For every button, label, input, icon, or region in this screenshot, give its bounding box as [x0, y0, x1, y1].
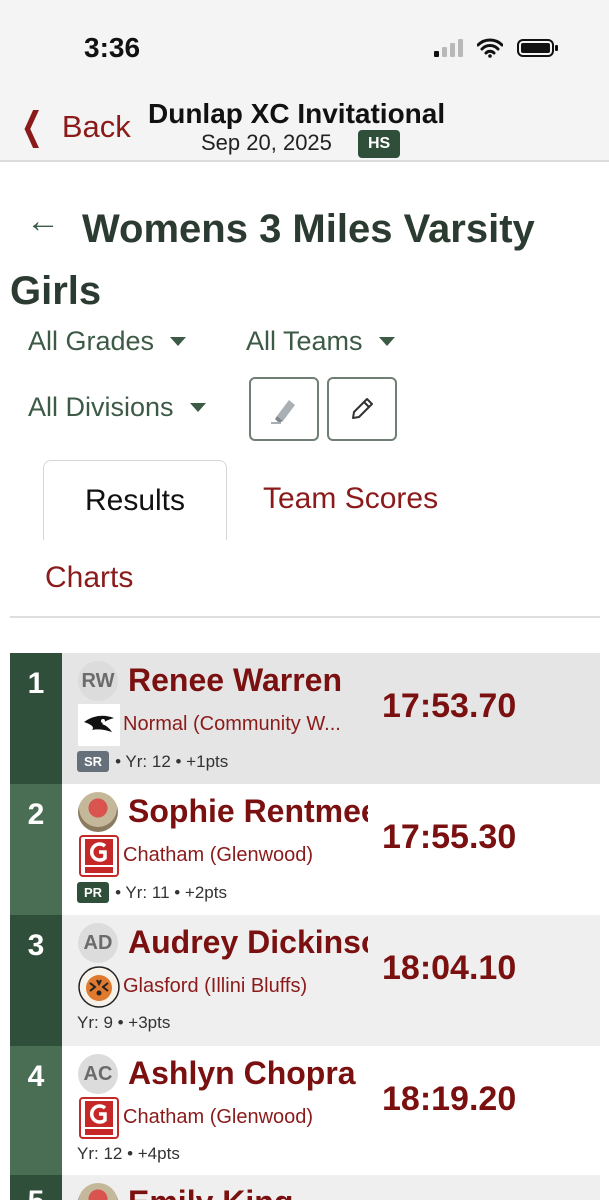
- athlete-stats: Yr: 9 • +3pts: [77, 1013, 171, 1032]
- athlete-meta: Yr: 9 • +3pts: [77, 1013, 170, 1033]
- caret-down-icon: [170, 337, 187, 346]
- race-heading: ← Womens 3 Miles Varsity Girls: [10, 198, 605, 322]
- teams-filter-label: All Teams: [246, 326, 363, 356]
- teams-filter[interactable]: All Teams: [246, 326, 395, 357]
- status-icons: [434, 38, 559, 58]
- race-title: Womens 3 Miles Varsity Girls: [10, 207, 535, 313]
- tab-team-scores[interactable]: Team Scores: [263, 482, 438, 516]
- back-button[interactable]: ❮ Back: [16, 108, 131, 146]
- tab-charts[interactable]: Charts: [45, 561, 133, 595]
- result-body: AD Audrey Dickinson Glasford (Illini Blu…: [62, 915, 600, 1046]
- avatar: [78, 1183, 118, 1200]
- place-number: 2: [10, 784, 62, 915]
- team-logo-icon: [77, 965, 121, 1009]
- team-name[interactable]: Glasford (Illini Bluffs): [123, 975, 367, 998]
- place-number: 4: [10, 1046, 62, 1177]
- meet-date: Sep 20, 2025: [201, 130, 332, 155]
- athlete-meta: Yr: 12 • +4pts: [77, 1144, 180, 1164]
- athlete-name[interactable]: Ashlyn Chopra: [128, 1055, 368, 1092]
- result-row[interactable]: 1 RW Renee Warren Normal (Community W...…: [10, 653, 600, 784]
- avatar: [78, 792, 118, 832]
- team-name[interactable]: Normal (Community W...: [123, 713, 367, 736]
- avatar: AD: [78, 923, 118, 963]
- nav-header: ❮ Back Dunlap XC Invitational Sep 20, 20…: [0, 92, 609, 162]
- athlete-name[interactable]: Sophie Rentmeester: [128, 793, 368, 830]
- chevron-left-icon: ❮: [20, 106, 44, 148]
- pr-badge: PR: [77, 882, 110, 903]
- athlete-name[interactable]: Emily King: [128, 1184, 368, 1200]
- athlete-meta: PR • Yr: 11 • +2pts: [77, 882, 227, 903]
- level-badge: HS: [358, 130, 401, 158]
- team-logo-icon: [77, 1096, 121, 1140]
- tab-divider: [10, 616, 600, 618]
- place-number: 5: [10, 1175, 62, 1200]
- athlete-stats: • Yr: 11 • +2pts: [115, 882, 227, 902]
- result-row[interactable]: 4 AC Ashlyn Chopra Chatham (Glenwood) Yr…: [10, 1046, 600, 1177]
- result-body: AC Ashlyn Chopra Chatham (Glenwood) Yr: …: [62, 1046, 600, 1177]
- status-bar: 3:36: [0, 0, 609, 92]
- divisions-filter[interactable]: All Divisions: [28, 392, 206, 423]
- finish-time: 18:19.20: [382, 1080, 517, 1118]
- meet-title: Dunlap XC Invitational: [148, 98, 446, 129]
- athlete-stats: • Yr: 12 • +1pts: [115, 751, 229, 771]
- cellular-signal-icon: [434, 39, 463, 57]
- class-badge: SR: [77, 751, 110, 772]
- finish-time: 17:55.30: [382, 818, 517, 856]
- result-body: RW Renee Warren Normal (Community W... S…: [62, 653, 600, 784]
- team-name[interactable]: Chatham (Glenwood): [123, 844, 367, 867]
- arrow-left-icon[interactable]: ←: [26, 202, 60, 241]
- grades-filter[interactable]: All Grades: [28, 326, 187, 357]
- caret-down-icon: [378, 337, 395, 346]
- clock: 3:36: [84, 32, 141, 63]
- highlighter-button[interactable]: [249, 377, 319, 441]
- wifi-icon: [477, 38, 503, 58]
- caret-down-icon: [189, 403, 206, 412]
- result-row[interactable]: 2 Sophie Rentmeester Chatham (Glenwood) …: [10, 784, 600, 915]
- highlighter-icon: [271, 400, 295, 424]
- place-number: 3: [10, 915, 62, 1046]
- finish-time: 18:04.10: [382, 949, 517, 987]
- pencil-icon: [352, 398, 373, 419]
- athlete-stats: Yr: 12 • +4pts: [77, 1144, 180, 1163]
- team-logo-icon: [77, 703, 121, 747]
- back-label: Back: [61, 109, 131, 144]
- athlete-name[interactable]: Renee Warren: [128, 662, 368, 699]
- athlete-name[interactable]: Audrey Dickinson: [128, 924, 368, 961]
- place-number: 1: [10, 653, 62, 784]
- result-body: Emily King: [62, 1175, 600, 1200]
- avatar: RW: [78, 661, 118, 701]
- tab-results[interactable]: Results: [43, 460, 227, 540]
- divisions-filter-label: All Divisions: [28, 392, 174, 422]
- team-name[interactable]: Chatham (Glenwood): [123, 1106, 367, 1129]
- avatar: AC: [78, 1054, 118, 1094]
- finish-time: 17:53.70: [382, 687, 517, 725]
- results-list: 1 RW Renee Warren Normal (Community W...…: [10, 653, 600, 1177]
- team-logo-icon: [77, 834, 121, 878]
- result-body: Sophie Rentmeester Chatham (Glenwood) PR…: [62, 784, 600, 915]
- edit-button[interactable]: [327, 377, 397, 441]
- grades-filter-label: All Grades: [28, 326, 155, 356]
- battery-icon: [517, 39, 558, 57]
- result-row-partial[interactable]: 5 Emily King: [10, 1175, 600, 1200]
- result-row[interactable]: 3 AD Audrey Dickinson Glasford (Illini B…: [10, 915, 600, 1046]
- athlete-meta: SR • Yr: 12 • +1pts: [77, 751, 228, 772]
